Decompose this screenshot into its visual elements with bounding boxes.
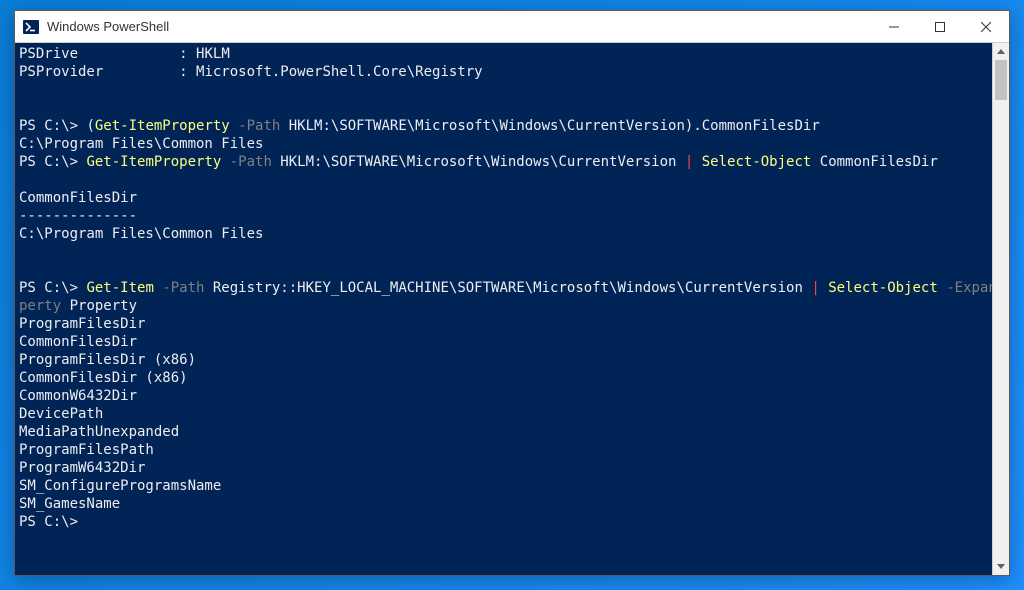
output-line: PSProvider : Microsoft.PowerShell.Core\R… [19, 64, 483, 80]
output-line: ProgramFilesPath [19, 442, 154, 458]
window-controls [871, 11, 1009, 42]
close-button[interactable] [963, 11, 1009, 42]
output-line: C:\Program Files\Common Files [19, 136, 263, 152]
vertical-scrollbar[interactable] [992, 43, 1009, 575]
output-line: ProgramFilesDir (x86) [19, 352, 196, 368]
maximize-button[interactable] [917, 11, 963, 42]
terminal-area: PSDrive : HKLM PSProvider : Microsoft.Po… [15, 43, 1009, 575]
command-line: PS C:\> Get-ItemProperty -Path HKLM:\SOF… [19, 154, 938, 170]
powershell-window: Windows PowerShell PSDrive : HKLM PSProv… [14, 10, 1010, 576]
window-title: Windows PowerShell [47, 19, 871, 34]
scroll-down-button[interactable] [993, 558, 1009, 575]
output-line: CommonFilesDir [19, 334, 137, 350]
minimize-button[interactable] [871, 11, 917, 42]
output-line: CommonFilesDir [19, 190, 137, 206]
terminal-output[interactable]: PSDrive : HKLM PSProvider : Microsoft.Po… [15, 43, 992, 575]
command-line: perty Property [19, 298, 137, 314]
output-line: PSDrive : HKLM [19, 46, 230, 62]
output-line: C:\Program Files\Common Files [19, 226, 263, 242]
output-line: SM_ConfigureProgramsName [19, 478, 221, 494]
output-line: CommonW6432Dir [19, 388, 137, 404]
scroll-up-button[interactable] [993, 43, 1009, 60]
command-line: PS C:\> (Get-ItemProperty -Path HKLM:\SO… [19, 118, 820, 134]
output-line: SM_GamesName [19, 496, 120, 512]
titlebar[interactable]: Windows PowerShell [15, 11, 1009, 43]
output-line: MediaPathUnexpanded [19, 424, 179, 440]
command-line: PS C:\> Get-Item -Path Registry::HKEY_LO… [19, 280, 992, 296]
scroll-thumb[interactable] [995, 60, 1007, 100]
prompt-line: PS C:\> [19, 514, 78, 530]
output-line: ProgramFilesDir [19, 316, 145, 332]
output-line: ProgramW6432Dir [19, 460, 145, 476]
output-line: DevicePath [19, 406, 103, 422]
output-line: -------------- [19, 208, 137, 224]
powershell-icon [23, 19, 39, 35]
output-line: CommonFilesDir (x86) [19, 370, 188, 386]
scroll-track[interactable] [993, 60, 1009, 558]
